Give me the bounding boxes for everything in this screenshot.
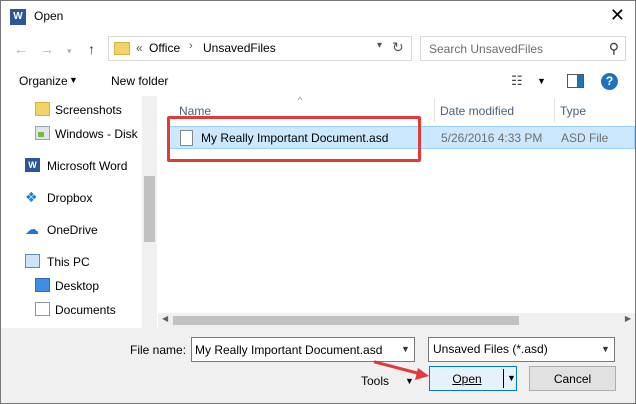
breadcrumb-unsavedfiles[interactable]: UnsavedFiles	[203, 41, 276, 55]
forward-arrow-icon[interactable]: →	[40, 41, 54, 57]
sidebar-item-onedrive[interactable]: ☁ OneDrive	[1, 219, 143, 241]
close-icon[interactable]: ✕	[610, 5, 625, 25]
cancel-button[interactable]: Cancel	[529, 366, 616, 391]
annotation-arrow-icon	[373, 360, 429, 380]
open-button-label: Open	[452, 372, 482, 386]
file-name-label: File name:	[130, 343, 187, 357]
file-type-cell: ASD File	[561, 131, 609, 145]
file-type-select[interactable]: Unsaved Files (*.asd)	[428, 337, 615, 362]
onedrive-icon: ☁	[25, 221, 39, 237]
folder-icon	[114, 42, 130, 55]
disk-icon	[35, 126, 50, 140]
scrollbar-thumb[interactable]	[144, 176, 155, 242]
sidebar-item-desktop[interactable]: Desktop	[1, 275, 143, 297]
sidebar-scrollbar[interactable]	[142, 96, 157, 328]
address-overflow-chevron[interactable]: «	[136, 41, 143, 55]
open-dialog: W Open ✕ ← → ▾ ↑ « Office › UnsavedFiles…	[0, 0, 636, 404]
help-icon[interactable]: ?	[601, 73, 618, 90]
sidebar-item-label: This PC	[47, 255, 90, 269]
file-date-cell: 5/26/2016 4:33 PM	[441, 131, 543, 145]
folder-icon	[35, 102, 50, 116]
column-header-date[interactable]: Date modified	[440, 104, 514, 118]
search-placeholder: Search UnsavedFiles	[429, 42, 544, 56]
scrollbar-thumb[interactable]	[173, 316, 519, 325]
view-options-icon[interactable]: ☷	[511, 73, 523, 89]
horizontal-scrollbar[interactable]: ◀ ▶	[158, 313, 635, 328]
sidebar-item-this-pc[interactable]: This PC	[1, 251, 143, 273]
word-app-icon: W	[10, 9, 26, 25]
chevron-down-icon[interactable]: ▼	[69, 75, 78, 85]
title-bar: W Open ✕	[1, 1, 635, 32]
column-header-type[interactable]: Type	[560, 104, 586, 118]
sort-ascending-icon: ^	[298, 95, 303, 105]
new-folder-button[interactable]: New folder	[111, 74, 168, 88]
chevron-down-icon[interactable]: ▼	[601, 344, 610, 354]
search-input[interactable]: Search UnsavedFiles ⚲	[420, 36, 626, 61]
organize-button[interactable]: Organize	[19, 74, 68, 88]
column-divider[interactable]	[554, 98, 555, 122]
sidebar-item-label: Microsoft Word	[47, 159, 128, 173]
breadcrumb-office[interactable]: Office	[149, 41, 180, 55]
sidebar-item-label: OneDrive	[47, 223, 98, 237]
split-divider	[503, 369, 504, 388]
sidebar-item-microsoft-word[interactable]: W Microsoft Word	[1, 155, 143, 177]
annotation-highlight-box	[167, 116, 421, 162]
recent-locations-chevron-icon[interactable]: ▾	[67, 46, 72, 57]
refresh-icon[interactable]: ↻	[392, 39, 404, 56]
scroll-left-icon[interactable]: ◀	[162, 314, 168, 323]
documents-icon	[35, 302, 50, 316]
command-toolbar: Organize ▼ New folder ☷ ▼ ?	[1, 67, 635, 95]
sidebar-item-screenshots[interactable]: Screenshots	[1, 99, 143, 121]
desktop-icon	[35, 278, 50, 292]
sidebar-item-label: Desktop	[55, 279, 100, 293]
chevron-down-icon[interactable]: ▾	[377, 40, 382, 51]
chevron-down-icon[interactable]: ▼	[537, 76, 546, 86]
breadcrumb-separator[interactable]: ›	[189, 40, 193, 52]
scroll-right-icon[interactable]: ▶	[625, 314, 631, 323]
search-icon: ⚲	[608, 40, 619, 56]
window-title: Open	[34, 9, 64, 23]
chevron-down-icon[interactable]: ▼	[401, 344, 410, 354]
open-button[interactable]: Open ▼	[429, 366, 517, 391]
navigation-pane: Screenshots Windows - Disk W Microsoft W…	[1, 96, 157, 328]
chevron-down-icon[interactable]: ▼	[507, 373, 516, 383]
dialog-footer: File name: ▼ Unsaved Files (*.asd) ▼ Too…	[1, 328, 635, 403]
column-divider[interactable]	[434, 98, 435, 122]
sidebar-item-label: Dropbox	[47, 191, 93, 205]
sidebar-item-windows-disk[interactable]: Windows - Disk	[1, 123, 143, 145]
preview-pane-icon[interactable]	[567, 74, 584, 88]
sidebar-item-dropbox[interactable]: ❖ Dropbox	[1, 187, 143, 209]
sidebar-item-documents[interactable]: Documents	[1, 299, 143, 321]
dropbox-icon: ❖	[25, 189, 38, 205]
sidebar-item-label: Windows - Disk	[55, 127, 138, 141]
computer-icon	[25, 254, 40, 268]
sidebar-item-label: Documents	[55, 303, 116, 317]
word-icon: W	[25, 158, 40, 172]
address-bar[interactable]: « Office › UnsavedFiles ▾ ↻	[108, 36, 412, 61]
back-arrow-icon[interactable]: ←	[14, 41, 28, 57]
sidebar-item-label: Screenshots	[55, 103, 122, 117]
up-arrow-icon[interactable]: ↑	[88, 41, 95, 57]
